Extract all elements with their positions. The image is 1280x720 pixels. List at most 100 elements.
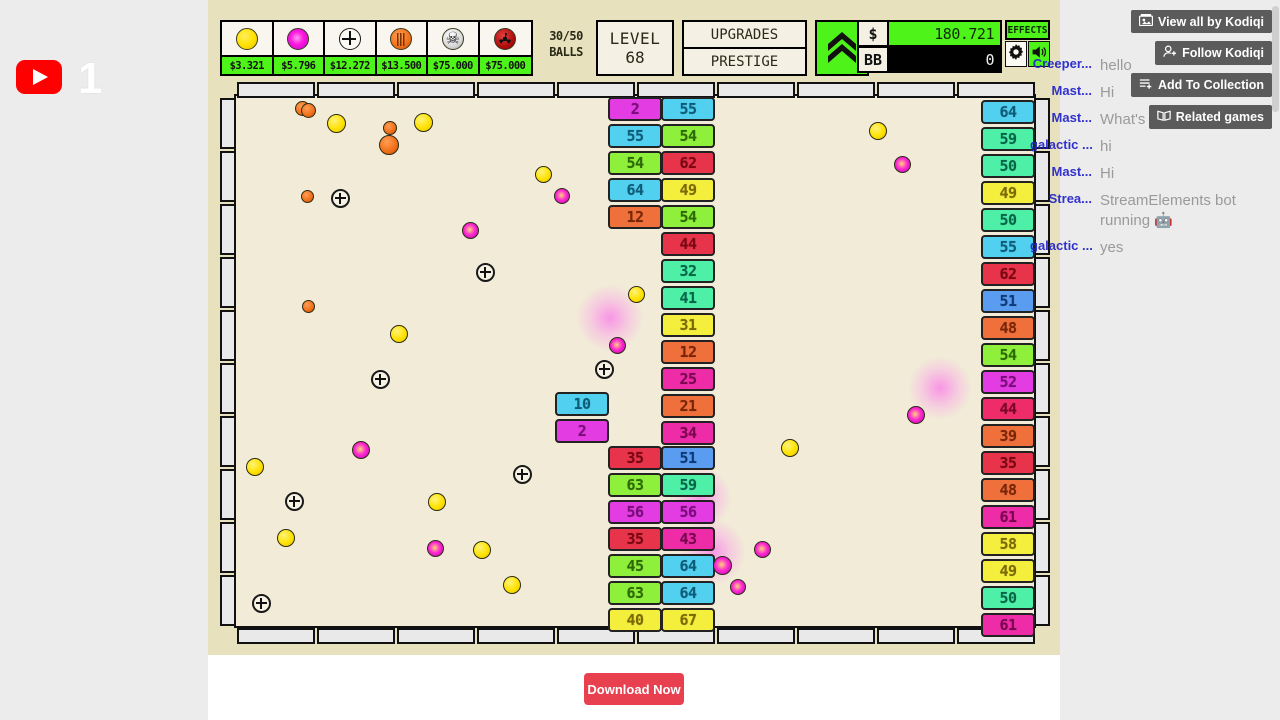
brick[interactable]: 2 — [608, 97, 662, 121]
brick[interactable]: 44 — [981, 397, 1035, 421]
chat-username: Strea... — [1048, 191, 1092, 206]
brick[interactable]: 45 — [608, 554, 662, 578]
brick[interactable]: 63 — [608, 473, 662, 497]
brick[interactable]: 64 — [661, 581, 715, 605]
orange-ball — [300, 102, 316, 118]
ball-shop-item-0[interactable]: $3.321 — [222, 22, 274, 74]
border-segment-left — [220, 257, 236, 308]
brick[interactable]: 61 — [981, 505, 1035, 529]
settings-button[interactable] — [1005, 41, 1027, 67]
brick[interactable]: 56 — [661, 500, 715, 524]
play-field[interactable]: 2 55 54 64 12 35 63 56 35 45 63 40 55 54 62 49 54 44 32 41 3… — [220, 82, 1050, 645]
brick[interactable]: 49 — [981, 181, 1035, 205]
brick[interactable]: 61 — [981, 613, 1035, 637]
ball-shop-item-3[interactable]: $13.500 — [376, 22, 428, 74]
follow-kodiqi-button[interactable]: Follow Kodiqi — [1155, 41, 1272, 65]
brick[interactable]: 48 — [981, 316, 1035, 340]
money-value: 180.721 — [887, 22, 1000, 45]
brick[interactable]: 54 — [661, 205, 715, 229]
brick[interactable]: 55 — [661, 97, 715, 121]
ball-shop-item-1[interactable]: $5.796 — [273, 22, 325, 74]
border-segment-bottom — [317, 628, 395, 644]
brick[interactable]: 59 — [981, 127, 1035, 151]
border-segment-right — [1034, 469, 1050, 520]
brick[interactable]: 10 — [555, 392, 609, 416]
magenta-ball — [608, 336, 626, 354]
orange-ball — [300, 189, 314, 203]
brick[interactable]: 48 — [981, 478, 1035, 502]
brick[interactable]: 31 — [661, 313, 715, 337]
brick[interactable]: 67 — [661, 608, 715, 632]
brick[interactable]: 32 — [661, 259, 715, 283]
person-plus-icon — [1163, 45, 1177, 61]
brick[interactable]: 35 — [608, 446, 662, 470]
view-all-by-kodiqi-button[interactable]: View all by Kodiqi — [1130, 10, 1272, 33]
brick[interactable]: 50 — [981, 154, 1035, 178]
brick[interactable]: 35 — [608, 527, 662, 551]
brick[interactable]: 52 — [981, 370, 1035, 394]
game-frame: $3.321 $5.796 $12.272 $13.500 ☠ $75.000 $75.00… — [208, 0, 1060, 655]
ball-shop-item-4[interactable]: ☠ $75.000 — [428, 22, 480, 74]
brick[interactable]: 44 — [661, 232, 715, 256]
orange-ball — [383, 121, 397, 135]
view-all-by-kodiqi-label: View all by Kodiqi — [1157, 14, 1264, 29]
ball-shop-item-2[interactable]: $12.272 — [325, 22, 377, 74]
brick[interactable]: 39 — [981, 424, 1035, 448]
magenta-ball — [893, 155, 911, 173]
brick[interactable]: 51 — [981, 289, 1035, 313]
brick[interactable]: 12 — [661, 340, 715, 364]
border-segment-top — [477, 82, 555, 98]
brick[interactable]: 62 — [661, 151, 715, 175]
brick[interactable]: 64 — [661, 554, 715, 578]
brick[interactable]: 50 — [981, 586, 1035, 610]
upgrades-button[interactable]: UPGRADES — [684, 22, 805, 49]
brick[interactable]: 25 — [661, 367, 715, 391]
radioactive-ball-icon — [479, 22, 531, 55]
brick[interactable]: 35 — [981, 451, 1035, 475]
brick[interactable]: 43 — [661, 527, 715, 551]
chat-username: galactic ... — [1030, 238, 1092, 253]
border-segment-top — [717, 82, 795, 98]
yellow-ball — [326, 113, 346, 133]
chat-text: yes — [1100, 239, 1124, 256]
balls-counter: 30/50 BALLS — [542, 28, 590, 60]
brick[interactable]: 58 — [981, 532, 1035, 556]
brick[interactable]: 55 — [608, 124, 662, 148]
brick[interactable]: 54 — [981, 343, 1035, 367]
brick[interactable]: 21 — [661, 394, 715, 418]
border-segment-bottom — [877, 628, 955, 644]
brick[interactable]: 55 — [981, 235, 1035, 259]
brick[interactable]: 2 — [555, 419, 609, 443]
brick[interactable]: 54 — [661, 124, 715, 148]
brick[interactable]: 41 — [661, 286, 715, 310]
brick[interactable]: 64 — [608, 178, 662, 202]
yellow-ball — [246, 458, 264, 476]
ball-shop-item-5[interactable]: $75.000 — [479, 22, 531, 74]
level-value: 68 — [625, 48, 645, 67]
add-to-collection-label: Add To Collection — [1157, 78, 1264, 92]
ball-shop-price: $75.000 — [479, 55, 531, 74]
brick[interactable]: 50 — [981, 208, 1035, 232]
brick[interactable]: 64 — [981, 100, 1035, 124]
brick[interactable]: 63 — [608, 581, 662, 605]
brick[interactable]: 56 — [608, 500, 662, 524]
brick[interactable]: 34 — [661, 421, 715, 445]
brick[interactable]: 51 — [661, 446, 715, 470]
brick[interactable]: 12 — [608, 205, 662, 229]
download-now-button[interactable]: Download Now — [584, 673, 684, 705]
brick[interactable]: 49 — [981, 559, 1035, 583]
related-games-button[interactable]: Related games — [1148, 105, 1272, 129]
brick[interactable]: 62 — [981, 262, 1035, 286]
balls-counter-value: 30/50 — [549, 29, 583, 43]
game-canvas[interactable]: $3.321 $5.796 $12.272 $13.500 ☠ $75.000 $75.00… — [208, 0, 1060, 655]
ball-shop-price: $5.796 — [273, 55, 323, 74]
prestige-button[interactable]: PRESTIGE — [684, 49, 805, 74]
brick[interactable]: 49 — [661, 178, 715, 202]
page-scrollbar[interactable] — [1272, 6, 1279, 112]
chat-text: Hi — [1100, 165, 1115, 182]
add-to-collection-button[interactable]: Add To Collection — [1130, 73, 1272, 97]
brick[interactable]: 54 — [608, 151, 662, 175]
below-game-strip: Download Now — [208, 655, 1060, 720]
brick[interactable]: 59 — [661, 473, 715, 497]
brick[interactable]: 40 — [608, 608, 662, 632]
